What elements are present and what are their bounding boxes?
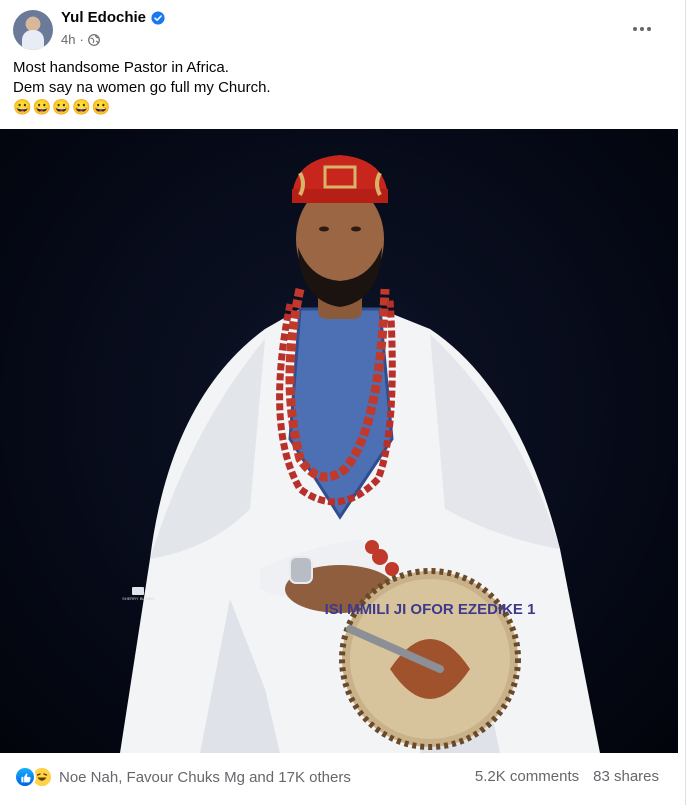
caption-line-1: Most handsome Pastor in Africa. [13,59,229,76]
verified-badge-icon [151,10,165,25]
comments-count[interactable]: 5.2K comments [475,768,579,785]
author-avatar[interactable] [13,10,53,50]
post-meta: 4h · [61,32,100,47]
caption-line-2: Dem say na women go full my Church. [13,79,271,96]
more-options-icon[interactable] [627,14,657,44]
fan-inscription: ISI MMILI JI OFOR EZEDIKE 1 [325,601,536,618]
globe-icon [87,33,100,46]
facebook-post: Yul Edochie 4h · Most handsome Pastor in… [0,0,686,805]
portrait-illustration: ISI MMILI JI OFOR EZEDIKE 1 [120,155,600,753]
post-header: Yul Edochie 4h · [0,0,685,58]
shares-count[interactable]: 83 shares [593,768,659,785]
post-timestamp[interactable]: 4h [61,32,75,47]
author-name-row: Yul Edochie [61,9,165,26]
author-name[interactable]: Yul Edochie [61,9,146,26]
post-footer: Noe Nah, Favour Chuks Mg and 17K others … [0,753,685,805]
caption-emojis: 😀😀😀😀😀 [13,99,112,116]
reaction-names[interactable]: Noe Nah, Favour Chuks Mg and 17K others [59,769,351,786]
post-photo[interactable]: ISI MMILI JI OFOR EZEDIKE 1 SHERRY BLINK… [0,129,678,753]
photo-watermark: SHERRY BLINKS [118,587,158,601]
reactions-summary[interactable]: Noe Nah, Favour Chuks Mg and 17K others [14,766,351,788]
post-caption: Most handsome Pastor in Africa. Dem say … [13,58,653,118]
like-reaction-icon [14,766,36,788]
engagement-counts: 5.2K comments 83 shares [475,768,659,785]
